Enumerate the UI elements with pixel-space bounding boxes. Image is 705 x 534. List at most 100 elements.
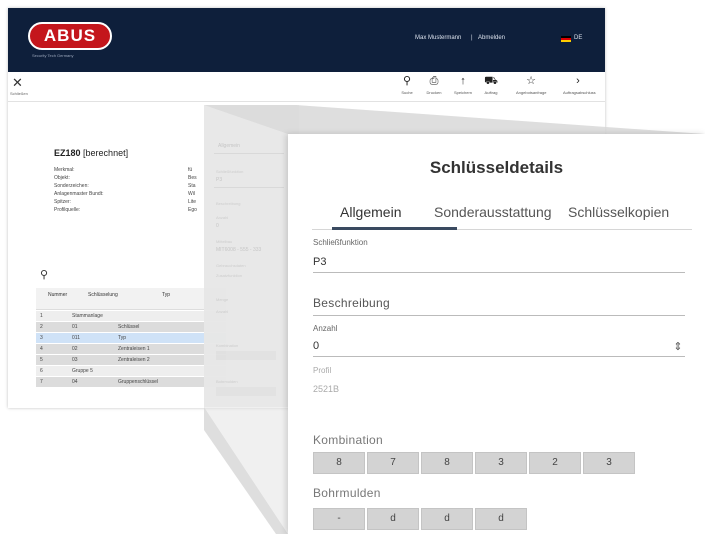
user-name[interactable]: Max Mustermann — [415, 35, 461, 41]
mid-field-label: Mittelbau — [216, 239, 233, 244]
drill-hole-value-button[interactable]: d — [367, 508, 419, 530]
row-number: 4 — [40, 346, 43, 352]
meta-label: Objekt: — [54, 175, 70, 181]
drill-hole-value-button[interactable]: - — [313, 508, 365, 530]
order-button[interactable]: ⛟ Auftrag — [476, 75, 506, 95]
row-number: 3 — [40, 335, 43, 341]
search-icon: ⚲ — [402, 75, 412, 87]
drill-hole-value-button[interactable]: d — [421, 508, 473, 530]
meta-label: Profilquelle: — [54, 207, 81, 213]
mid-field-label: Bohrmulden — [216, 379, 238, 384]
locking-function-label: Schließfunktion — [313, 238, 368, 247]
mid-field-value: P3 — [216, 177, 223, 183]
quote-request-label: Angebotsanfrage — [516, 90, 547, 95]
checkout-button[interactable]: › Auftragsabschluss — [563, 75, 596, 95]
combination-value-button[interactable]: 2 — [529, 452, 581, 474]
close-icon[interactable]: ✕ — [12, 76, 23, 89]
german-flag-icon[interactable] — [561, 36, 571, 42]
logo-tagline: Security Tech Germany — [32, 53, 74, 58]
save-label: Speichern — [453, 90, 472, 95]
logout-link[interactable]: Abmelden — [478, 35, 505, 41]
search-button[interactable]: ⚲ Suche — [392, 75, 422, 95]
key-details-dialog: Schlüsseldetails Allgemein Sonderausstat… — [288, 134, 705, 534]
combination-value-button[interactable]: 7 — [367, 452, 419, 474]
column-header-number[interactable]: Nummer — [48, 292, 67, 298]
row-number: 7 — [40, 379, 43, 385]
tab-key-copies[interactable]: Schlüsselkopien — [568, 204, 669, 220]
quote-request-button[interactable]: ☆ Angebotsanfrage — [516, 75, 546, 95]
mid-combination-buttons — [216, 351, 276, 360]
divider — [214, 187, 284, 188]
row-code: Stammanlage — [72, 313, 103, 319]
row-description: Schlüssel — [118, 324, 140, 330]
print-button[interactable]: ⎙ Drucken — [419, 75, 449, 95]
meta-value: fü — [188, 167, 193, 173]
search-label: Suche — [401, 90, 413, 95]
description-section-title: Beschreibung — [313, 296, 390, 310]
row-description: Zentraleisen 2 — [118, 357, 150, 363]
table-row[interactable]: 5 03 Zentraleisen 2 — [36, 355, 226, 365]
print-label: Drucken — [426, 90, 442, 95]
drill-holes-buttons: - d d d — [313, 508, 529, 530]
save-button[interactable]: ↑ Speichern — [448, 75, 478, 95]
cart-icon: ⛟ — [484, 75, 498, 87]
search-icon[interactable]: ⚲ — [40, 268, 48, 281]
row-code: Gruppe 5 — [72, 368, 93, 374]
locking-function-input[interactable]: P3 — [313, 256, 326, 268]
mid-field-label: Anzahl — [216, 215, 229, 220]
chevron-right-icon: › — [576, 75, 580, 87]
row-description: Zentraleisen 1 — [118, 346, 150, 352]
divider — [214, 153, 284, 154]
print-icon: ⎙ — [429, 75, 439, 87]
combination-value-button[interactable]: 8 — [313, 452, 365, 474]
combination-value-button[interactable]: 3 — [475, 452, 527, 474]
combination-value-button[interactable]: 3 — [583, 452, 635, 474]
row-number: 5 — [40, 357, 43, 363]
abus-logo[interactable]: ABUS — [28, 22, 112, 50]
table-row[interactable]: 7 04 Gruppenschlüssel — [36, 377, 226, 387]
background-detail-panel: Allgemein Schließfunktion P3 Beschreibun… — [204, 105, 299, 407]
column-header-keying[interactable]: Schlüsselung — [88, 292, 118, 298]
drill-hole-value-button[interactable]: d — [475, 508, 527, 530]
row-code: 01 — [72, 324, 78, 330]
row-description: Gruppenschlüssel — [118, 379, 159, 385]
row-number: 1 — [40, 313, 43, 319]
row-number: 2 — [40, 324, 43, 330]
product-meta-values: fü Bes Sta Wil Lite Ego — [188, 166, 197, 214]
meta-value: Sta — [188, 183, 196, 189]
table-header: Nummer Schlüsselung Typ — [36, 288, 226, 310]
profile-value: 2521B — [313, 384, 340, 394]
column-header-type[interactable]: Typ — [162, 292, 170, 298]
quantity-stepper-icon[interactable]: ⇕ — [671, 341, 685, 353]
table-row[interactable]: 1 Stammanlage — [36, 311, 226, 321]
table-row[interactable]: 2 01 Schlüssel — [36, 322, 226, 332]
meta-value: Bes — [188, 175, 197, 181]
meta-value: Ego — [188, 207, 197, 213]
row-number: 6 — [40, 368, 43, 374]
meta-label: Sonderzeichen: — [54, 183, 89, 189]
language-selector[interactable]: DE — [574, 35, 582, 41]
drill-holes-section-title: Bohrmulden — [313, 486, 381, 500]
table-row[interactable]: 4 02 Zentraleisen 1 — [36, 344, 226, 354]
tab-special-equipment[interactable]: Sonderausstattung — [434, 204, 552, 220]
mid-field-label: Menge — [216, 297, 229, 302]
screenshot-root: ABUS Security Tech Germany Max Musterman… — [0, 0, 705, 534]
quantity-input[interactable]: 0 — [313, 340, 319, 352]
combination-buttons: 8 7 8 3 2 3 — [313, 452, 637, 474]
mid-drill-buttons — [216, 387, 276, 396]
row-code: 03 — [72, 357, 78, 363]
mid-field-label: Anzahl — [216, 309, 229, 314]
meta-label: Anlagenmaster Bundt: — [54, 191, 104, 197]
upload-icon: ↑ — [460, 75, 466, 87]
meta-value: Lite — [188, 199, 197, 205]
combination-value-button[interactable]: 8 — [421, 452, 473, 474]
mid-field-label: Zusatzfunktion — [216, 273, 243, 278]
toolbar: ✕ Schließen ⚲ Suche ⎙ Drucken ↑ Speicher… — [8, 72, 605, 102]
table-row[interactable]: 6 Gruppe 5 — [36, 366, 226, 376]
input-underline — [313, 356, 685, 357]
tab-general[interactable]: Allgemein — [340, 204, 401, 220]
row-code: 02 — [72, 346, 78, 352]
combination-section-title: Kombination — [313, 433, 384, 447]
table-row[interactable]: 3 011 Typ — [36, 333, 226, 343]
order-label: Auftrag — [484, 90, 498, 95]
